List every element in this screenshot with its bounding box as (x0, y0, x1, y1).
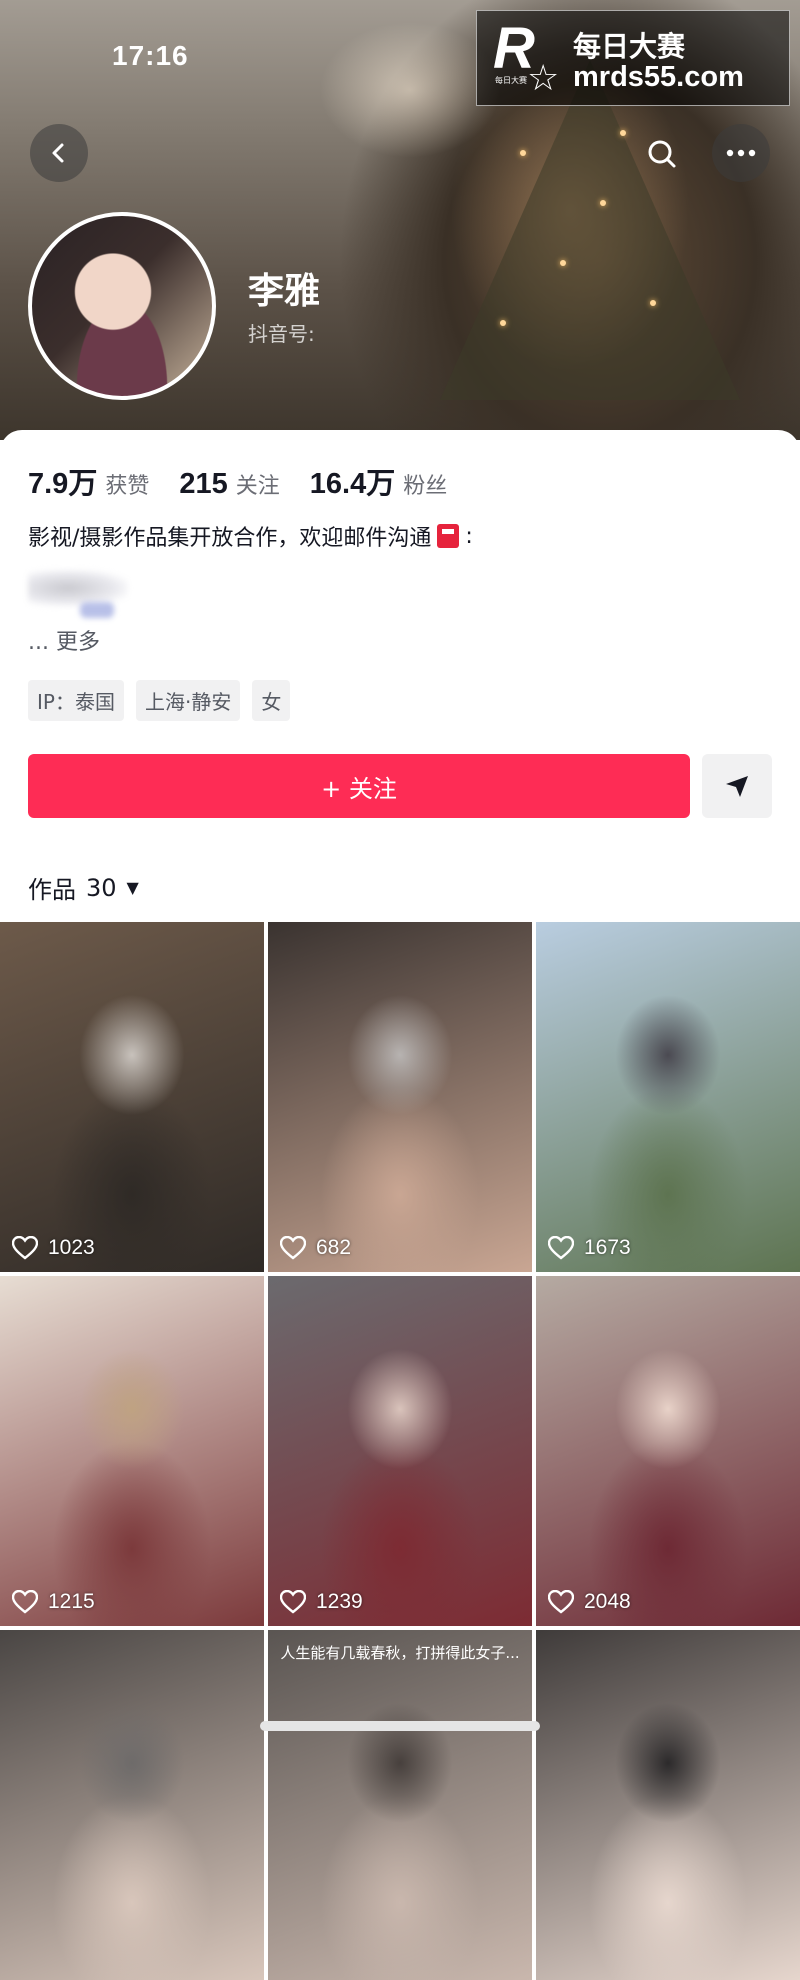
search-icon (648, 140, 676, 168)
more-options-button[interactable] (712, 124, 770, 182)
works-count: 30 (86, 873, 117, 902)
profile-card: 7.9万 获赞 215 关注 16.4万 粉丝 影视/摄影作品集开放合作，欢迎邮… (0, 430, 800, 1980)
heart-icon (548, 1236, 574, 1260)
profile-tags: IP：泰国 上海·静安 女 (28, 680, 291, 721)
tree-light (500, 320, 506, 326)
video-likes: 2048 (548, 1590, 631, 1614)
video-like-count: 2048 (584, 1590, 631, 1613)
avatar[interactable] (28, 212, 216, 400)
video-tile[interactable]: 1239 (268, 1276, 532, 1626)
blurred-contact (28, 570, 128, 606)
follow-button[interactable]: + 关注 (28, 754, 690, 818)
blurred-contact-highlight (80, 602, 114, 618)
video-likes: 682 (280, 1236, 351, 1260)
video-tile[interactable]: 1023 (0, 922, 264, 1272)
followers-count[interactable]: 16.4万 (310, 460, 395, 502)
watermark-logo-sub: 每日大赛 (495, 76, 527, 85)
bio-more-link[interactable]: ... 更多 (28, 624, 100, 656)
back-button[interactable] (30, 124, 88, 182)
video-caption: 人生能有几载春秋，打拼得此女子... (280, 1644, 520, 1662)
video-tile[interactable]: 682 (268, 922, 532, 1272)
video-like-count: 1673 (584, 1236, 631, 1259)
search-button[interactable] (642, 134, 682, 174)
watermark: R 每日大赛 ☆ 每日大赛 mrds55.com (476, 10, 790, 106)
profile-name: 李雅 (248, 271, 321, 312)
video-tile[interactable] (536, 1630, 800, 1980)
heart-icon (548, 1590, 574, 1614)
video-tile[interactable]: 1673 (536, 922, 800, 1272)
video-tile[interactable] (0, 1630, 264, 1980)
works-tab[interactable]: 作品 30 ▼ (28, 870, 139, 905)
video-likes: 1239 (280, 1590, 363, 1614)
heart-icon (280, 1236, 306, 1260)
tree-light (620, 130, 626, 136)
more-dots-icon (726, 149, 756, 157)
video-like-count: 1215 (48, 1590, 95, 1613)
likes-label: 获赞 (105, 474, 150, 499)
tree-light (560, 260, 566, 266)
douyin-id-label[interactable]: 抖音号: (248, 318, 315, 347)
following-count[interactable]: 215 (179, 468, 227, 501)
video-likes: 1023 (12, 1236, 95, 1260)
bio-text: 影视/摄影作品集开放合作，欢迎邮件沟通 (28, 526, 432, 551)
video-tile[interactable]: 1215 (0, 1276, 264, 1626)
star-icon: ☆ (527, 58, 560, 99)
heart-icon (280, 1590, 306, 1614)
video-like-count: 682 (316, 1236, 352, 1259)
video-like-count: 1239 (316, 1590, 363, 1613)
profile-stats: 7.9万 获赞 215 关注 16.4万 粉丝 (28, 460, 477, 502)
christmas-tree-decoration (440, 60, 740, 400)
video-like-count: 1023 (48, 1236, 95, 1259)
chevron-left-icon (52, 143, 64, 163)
tree-light (650, 300, 656, 306)
video-tile[interactable]: 2048 (536, 1276, 800, 1626)
tree-light (520, 150, 526, 156)
video-tile[interactable]: 人生能有几载春秋，打拼得此女子... (268, 1630, 532, 1980)
likes-count[interactable]: 7.9万 (28, 460, 97, 502)
followers-label: 粉丝 (403, 474, 448, 499)
watermark-url: mrds55.com (573, 61, 744, 93)
home-indicator[interactable] (260, 1721, 540, 1731)
heart-icon (12, 1590, 38, 1614)
gender-tag: 女 (252, 680, 291, 721)
caret-down-icon: ▼ (126, 878, 139, 897)
video-likes: 1215 (12, 1590, 95, 1614)
tree-light (600, 200, 606, 206)
share-button[interactable] (702, 754, 772, 818)
ip-location-tag: IP：泰国 (28, 680, 124, 721)
status-bar-time: 17:16 (112, 40, 189, 71)
city-tag[interactable]: 上海·静安 (135, 680, 241, 721)
send-arrow-icon (726, 776, 748, 797)
video-likes: 1673 (548, 1236, 631, 1260)
bio-suffix: : (465, 523, 473, 549)
profile-bio: 影视/摄影作品集开放合作，欢迎邮件沟通 : (28, 520, 473, 552)
works-label: 作品 (28, 876, 76, 904)
mailbox-icon (437, 524, 460, 548)
heart-icon (12, 1236, 38, 1260)
watermark-title: 每日大赛 (573, 30, 686, 63)
following-label: 关注 (235, 474, 280, 499)
